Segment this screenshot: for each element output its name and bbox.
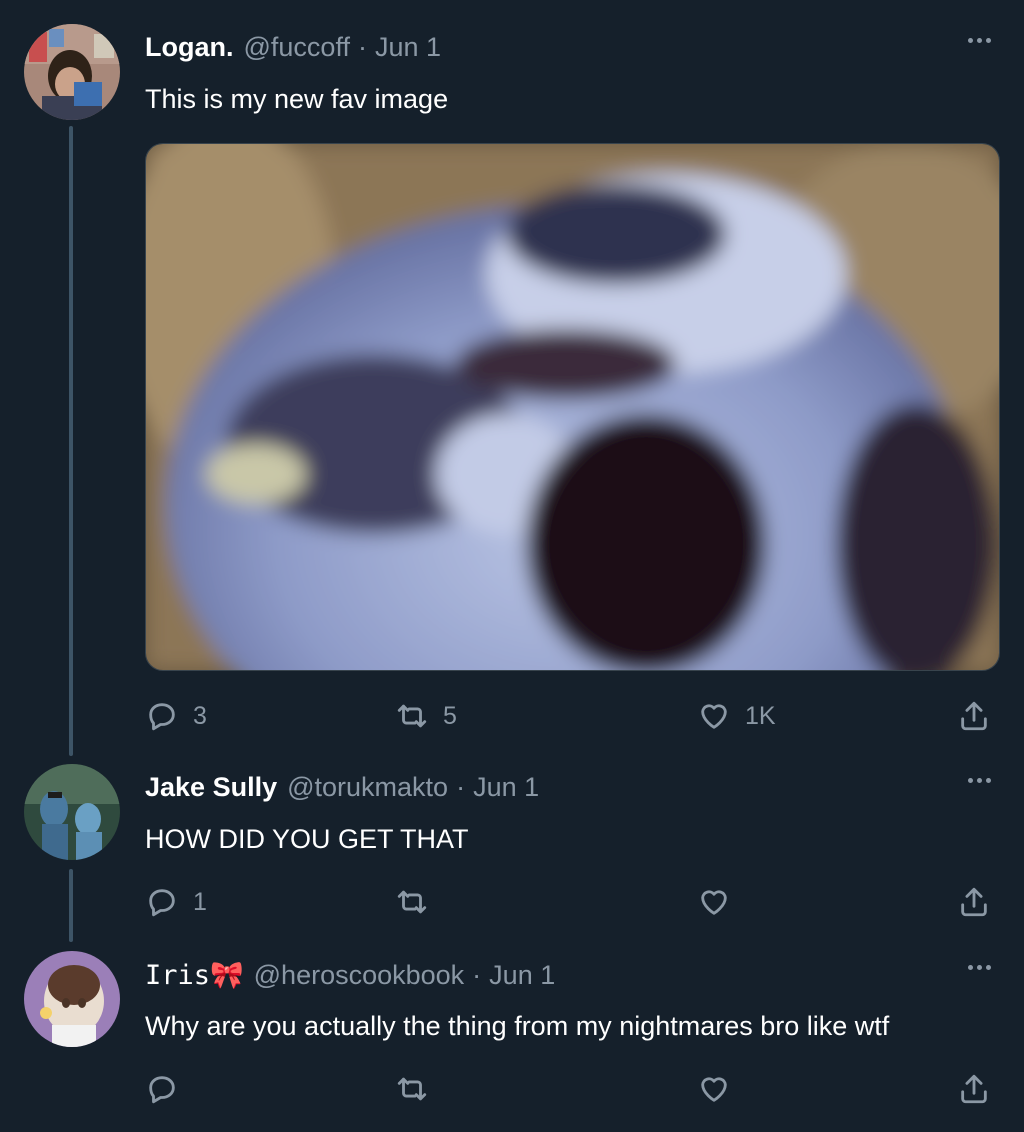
separator: · xyxy=(472,960,482,990)
reply-button[interactable] xyxy=(145,1069,193,1109)
tweet-date[interactable]: Jun 1 xyxy=(489,960,555,991)
separator: · xyxy=(456,772,466,802)
retweet-button[interactable]: 5 xyxy=(395,696,457,736)
separator: · xyxy=(357,32,367,62)
more-icon[interactable] xyxy=(964,770,994,790)
avatar[interactable] xyxy=(24,24,120,120)
reply-count: 3 xyxy=(193,701,207,730)
heart-icon xyxy=(701,890,727,915)
reply-button[interactable]: 3 xyxy=(145,696,207,736)
tweet-text: This is my new fav image xyxy=(145,84,449,114)
heart-icon xyxy=(701,704,727,729)
tweet-date[interactable]: Jun 1 xyxy=(473,772,539,803)
reply-icon xyxy=(149,889,175,917)
tweet-header: Iris🎀 @heroscookbook · Jun 1 xyxy=(145,959,555,999)
reply-count: 1 xyxy=(193,887,207,916)
like-count: 1K xyxy=(745,701,776,730)
retweet-icon xyxy=(397,1077,427,1101)
heart-icon xyxy=(701,1077,727,1102)
like-button[interactable] xyxy=(697,1069,745,1109)
tweet-actions: 1 xyxy=(145,882,995,922)
share-icon xyxy=(961,1074,987,1104)
more-icon[interactable] xyxy=(964,957,994,977)
like-button[interactable] xyxy=(697,882,745,922)
reply-icon xyxy=(149,703,175,731)
display-name[interactable]: Logan. xyxy=(145,32,234,63)
tweet-header: Jake Sully @torukmakto · Jun 1 xyxy=(145,772,539,812)
tweet-actions: 3 5 1K xyxy=(145,696,995,736)
more-icon[interactable] xyxy=(964,30,994,50)
display-name[interactable]: Jake Sully xyxy=(145,772,277,803)
display-name[interactable]: Iris🎀 xyxy=(145,959,244,991)
share-icon xyxy=(961,701,987,731)
share-button[interactable] xyxy=(957,696,991,736)
tweet-actions xyxy=(145,1069,995,1109)
user-handle[interactable]: @fuccoff xyxy=(244,32,350,63)
tweet[interactable]: Logan. @fuccoff · Jun 1 This is my new f… xyxy=(0,24,1024,744)
share-icon xyxy=(961,887,987,917)
tweet[interactable]: Jake Sully @torukmakto · Jun 1 HOW DID Y… xyxy=(0,764,1024,934)
retweet-icon xyxy=(397,704,427,728)
tweet-text: Why are you actually the thing from my n… xyxy=(145,1011,890,1041)
tweet-date[interactable]: Jun 1 xyxy=(375,32,441,63)
tweet[interactable]: Iris🎀 @heroscookbook · Jun 1 Why are you… xyxy=(0,951,1024,1121)
retweet-count: 5 xyxy=(443,701,457,730)
retweet-icon xyxy=(397,890,427,914)
retweet-button[interactable] xyxy=(395,882,443,922)
avatar[interactable] xyxy=(24,764,120,860)
tweet-media-image[interactable] xyxy=(145,143,1000,671)
share-button[interactable] xyxy=(957,1069,991,1109)
share-button[interactable] xyxy=(957,882,991,922)
reply-icon xyxy=(149,1076,175,1104)
user-handle[interactable]: @heroscookbook xyxy=(254,960,465,991)
tweet-text: HOW DID YOU GET THAT xyxy=(145,824,469,854)
avatar[interactable] xyxy=(24,951,120,1047)
tweet-header: Logan. @fuccoff · Jun 1 xyxy=(145,32,441,72)
user-handle[interactable]: @torukmakto xyxy=(287,772,448,803)
retweet-button[interactable] xyxy=(395,1069,443,1109)
reply-button[interactable]: 1 xyxy=(145,882,207,922)
like-button[interactable]: 1K xyxy=(697,696,776,736)
